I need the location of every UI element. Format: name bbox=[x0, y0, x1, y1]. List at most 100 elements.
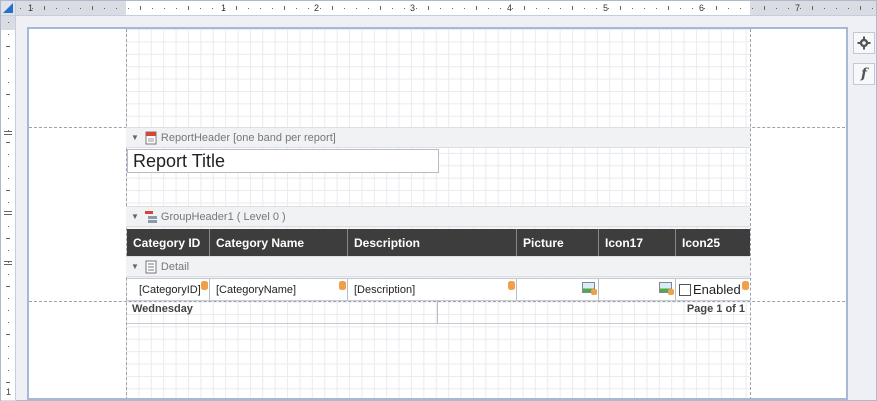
collapse-arrow-icon[interactable]: ▼ bbox=[131, 133, 139, 142]
collapse-arrow-icon[interactable]: ▼ bbox=[131, 262, 139, 271]
ruler-tick bbox=[812, 6, 813, 10]
ruler-number: 3 bbox=[410, 3, 416, 13]
header-cell-category-name[interactable]: Category Name bbox=[210, 229, 348, 256]
ruler-corner bbox=[1, 1, 16, 16]
footer-page-info-cell[interactable]: Page 1 of 1 bbox=[438, 301, 750, 323]
page-footer-row[interactable]: Wednesday Page 1 of 1 bbox=[127, 301, 750, 324]
ruler-tick bbox=[8, 82, 9, 83]
ruler-tick bbox=[8, 106, 9, 107]
report-header-icon bbox=[145, 131, 157, 145]
ruler-tick bbox=[416, 8, 417, 9]
detail-cell-enabled[interactable]: Enabled bbox=[676, 279, 750, 300]
ruler-active-area bbox=[1, 30, 15, 400]
ruler-tick bbox=[536, 8, 537, 9]
function-button[interactable]: f bbox=[853, 63, 875, 85]
ruler-tick bbox=[8, 178, 9, 179]
ruler-tick bbox=[20, 8, 21, 9]
ruler-tick bbox=[404, 8, 405, 9]
ruler-tick bbox=[788, 8, 789, 9]
ruler-tick bbox=[308, 8, 309, 9]
ruler-tick bbox=[488, 8, 489, 9]
database-icon bbox=[742, 281, 749, 290]
ruler-number: 2 bbox=[314, 3, 320, 13]
ruler-tick bbox=[8, 154, 9, 155]
ruler-tick bbox=[428, 6, 429, 10]
ruler-tick bbox=[8, 202, 9, 203]
ruler-tick bbox=[8, 310, 9, 311]
ruler-tick bbox=[260, 8, 261, 9]
right-margin-line[interactable] bbox=[750, 29, 751, 398]
ruler-tick bbox=[6, 382, 10, 383]
ruler-tick bbox=[620, 6, 621, 10]
ruler-tick bbox=[128, 8, 129, 9]
picture-icon bbox=[659, 282, 674, 295]
settings-button[interactable] bbox=[853, 32, 875, 54]
ruler-tick bbox=[6, 46, 10, 47]
report-title-label[interactable]: Report Title bbox=[127, 149, 439, 173]
ruler-tick bbox=[6, 286, 10, 287]
ruler-tick bbox=[716, 6, 717, 10]
ruler-tick bbox=[8, 70, 9, 71]
ruler-tick bbox=[824, 8, 825, 9]
ruler-tick bbox=[356, 8, 357, 9]
ruler-tick bbox=[284, 6, 285, 10]
checkbox[interactable] bbox=[679, 283, 691, 296]
header-cell-category-id[interactable]: Category ID bbox=[127, 229, 210, 256]
band-report-header[interactable]: ▼ ReportHeader [one band per report] bbox=[126, 127, 750, 148]
ruler-tick bbox=[836, 8, 837, 9]
detail-cell-icon17[interactable] bbox=[599, 279, 676, 300]
ruler-tick bbox=[776, 8, 777, 9]
ruler-tick bbox=[692, 8, 693, 9]
header-cell-description[interactable]: Description bbox=[348, 229, 517, 256]
cell-text: [CategoryID] bbox=[139, 283, 201, 296]
collapse-arrow-icon[interactable]: ▼ bbox=[131, 212, 139, 221]
ruler-tick bbox=[32, 8, 33, 9]
report-designer: 1 1 2 3 4 5 6 7 1 f bbox=[0, 0, 877, 401]
ruler-tick bbox=[8, 226, 9, 227]
ruler-tick bbox=[272, 8, 273, 9]
header-cell-picture[interactable]: Picture bbox=[517, 229, 599, 256]
group-header-icon bbox=[144, 210, 157, 224]
ruler-tick bbox=[56, 8, 57, 9]
detail-cell-category-id[interactable]: [CategoryID] bbox=[127, 279, 210, 300]
ruler-tick bbox=[524, 6, 525, 10]
band-marker bbox=[4, 131, 12, 132]
ruler-tick bbox=[224, 8, 225, 9]
ruler-tick bbox=[872, 8, 873, 9]
ruler-tick bbox=[320, 8, 321, 9]
ruler-tick bbox=[6, 190, 10, 191]
ruler-tick bbox=[248, 8, 249, 9]
header-cell-icon25[interactable]: Icon25 bbox=[676, 229, 750, 256]
ruler-tick bbox=[6, 334, 10, 335]
band-detail[interactable]: ▼ Detail bbox=[126, 256, 750, 277]
database-icon bbox=[201, 281, 208, 290]
detail-cell-category-name[interactable]: [CategoryName] bbox=[210, 279, 348, 300]
ruler-tick bbox=[8, 298, 9, 299]
cell-text: [CategoryName] bbox=[216, 283, 297, 296]
ruler-tick bbox=[104, 8, 105, 9]
ruler-tick bbox=[164, 8, 165, 9]
table-row[interactable]: [CategoryID] [CategoryName] [Description… bbox=[127, 278, 750, 301]
table-header[interactable]: Category ID Category Name Description Pi… bbox=[127, 229, 750, 256]
ruler-tick bbox=[632, 8, 633, 9]
footer-date-cell[interactable]: Wednesday bbox=[127, 301, 438, 323]
report-page[interactable]: ▼ ReportHeader [one band per report] Rep… bbox=[27, 27, 848, 400]
ruler-tick bbox=[8, 166, 9, 167]
ruler-tick bbox=[8, 22, 9, 23]
ruler-tick bbox=[8, 358, 9, 359]
ruler-tick bbox=[656, 8, 657, 9]
ruler-tick bbox=[80, 8, 81, 9]
detail-cell-picture[interactable] bbox=[517, 279, 599, 300]
ruler-tick bbox=[200, 8, 201, 9]
ruler-tick bbox=[140, 6, 141, 10]
horizontal-ruler[interactable]: 1 1 2 3 4 5 6 7 bbox=[16, 1, 876, 16]
band-group-header[interactable]: ▼ GroupHeader1 ( Level 0 ) bbox=[126, 206, 750, 227]
ruler-tick bbox=[44, 6, 45, 10]
ruler-tick bbox=[6, 142, 10, 143]
header-cell-icon17[interactable]: Icon17 bbox=[599, 229, 676, 256]
ruler-tick bbox=[584, 8, 585, 9]
ruler-tick bbox=[596, 8, 597, 9]
vertical-ruler[interactable]: 1 bbox=[1, 16, 16, 401]
gear-icon bbox=[857, 36, 871, 50]
detail-cell-description[interactable]: [Description] bbox=[348, 279, 517, 300]
